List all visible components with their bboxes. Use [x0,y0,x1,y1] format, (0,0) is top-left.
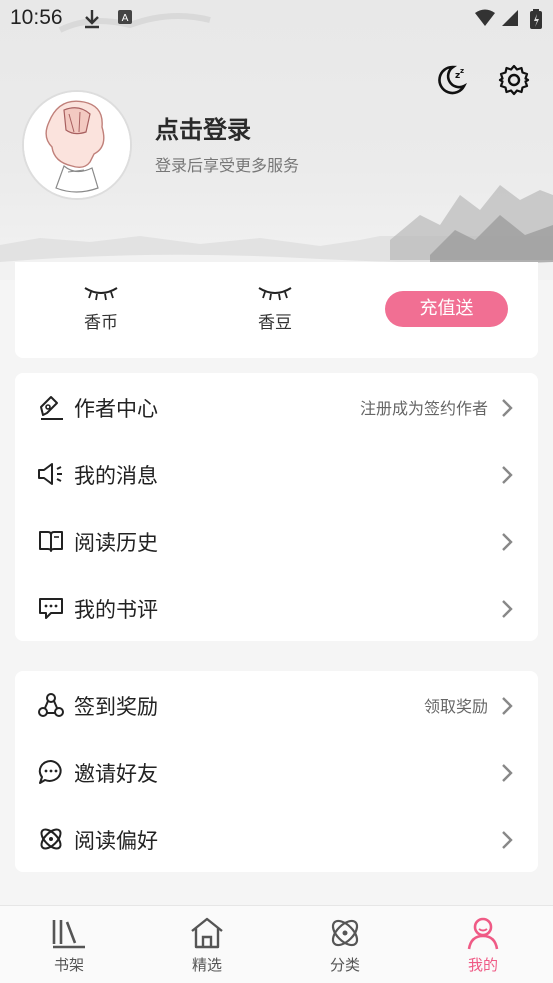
wallet-item-beans[interactable]: 香豆 [225,284,325,333]
speaker-icon [38,463,62,485]
settings-gear-icon[interactable] [496,62,532,98]
book-icon [39,531,63,552]
svg-text:z: z [460,67,464,75]
wallet-card: 香币 香豆 充值送 [15,262,538,358]
recharge-button[interactable]: 充值送 [385,291,508,327]
menu-label: 签到奖励 [74,695,158,719]
menu-label: 我的书评 [74,598,158,622]
preference-icon [40,828,62,850]
pen-icon [40,396,63,420]
tab-label: 书架 [53,956,84,974]
menu-group-2: 签到奖励 领取奖励 邀请好友 阅读偏好 [15,671,538,872]
menu-item-checkin-reward[interactable]: 签到奖励 领取奖励 [15,671,538,738]
home-icon [191,917,223,949]
chevron-right-icon [502,831,513,849]
tab-label: 精选 [191,956,222,974]
menu-item-messages[interactable]: 我的消息 [15,440,538,507]
menu-label: 我的消息 [74,464,158,488]
menu-label: 阅读偏好 [74,829,158,853]
wallet-beans-label: 香豆 [258,313,292,333]
menu-group-1: 作者中心 注册成为签约作者 我的消息 阅读历史 我的书评 [15,373,538,641]
download-icon [85,10,99,29]
chevron-right-icon [502,399,513,417]
login-title[interactable]: 点击登录 [155,110,251,145]
chevron-right-icon [502,764,513,782]
bottom-tab-bar: 书架 精选 分类 我的 [0,905,553,983]
tab-category[interactable]: 分类 [305,916,385,975]
tab-profile[interactable]: 我的 [443,916,523,975]
menu-hint: 注册成为签约作者 [359,399,488,418]
wifi-icon [475,9,495,26]
closed-eye-icon [258,287,292,301]
menu-label: 邀请好友 [74,762,158,786]
menu-hint: 领取奖励 [423,697,488,716]
tab-label: 分类 [329,956,360,974]
menu-item-book-reviews[interactable]: 我的书评 [15,574,538,641]
tab-label: 我的 [467,956,498,974]
signal-icon [502,10,518,26]
svg-text:A: A [122,13,129,24]
avatar-illustration [24,92,130,198]
battery-icon [530,9,542,29]
wallet-coins-label: 香币 [84,313,118,333]
status-time: 10:56 [10,6,63,29]
avatar[interactable] [22,90,132,200]
tab-bookshelf[interactable]: 书架 [29,916,109,975]
chevron-right-icon [502,466,513,484]
menu-item-author-center[interactable]: 作者中心 注册成为签约作者 [15,373,538,440]
menu-item-reading-preference[interactable]: 阅读偏好 [15,805,538,872]
menu-item-reading-history[interactable]: 阅读历史 [15,507,538,574]
chevron-right-icon [502,600,513,618]
comment-icon [39,598,63,619]
menu-label: 阅读历史 [74,531,158,555]
status-bar: 10:56 A [0,0,553,38]
wallet-item-coins[interactable]: 香币 [51,284,151,333]
chevron-right-icon [502,533,513,551]
bookshelf-icon [52,920,85,949]
notification-a-icon: A [118,10,132,24]
chat-icon [38,759,62,784]
checkin-icon [38,693,64,717]
tab-featured[interactable]: 精选 [167,916,247,975]
menu-label: 作者中心 [74,397,158,421]
closed-eye-icon [84,287,118,301]
profile-icon [467,917,499,950]
menu-item-invite-friends[interactable]: 邀请好友 [15,738,538,805]
chevron-right-icon [502,697,513,715]
login-subtitle: 登录后享受更多服务 [155,156,300,175]
category-icon [331,919,359,947]
night-mode-icon[interactable]: z z [433,62,469,98]
